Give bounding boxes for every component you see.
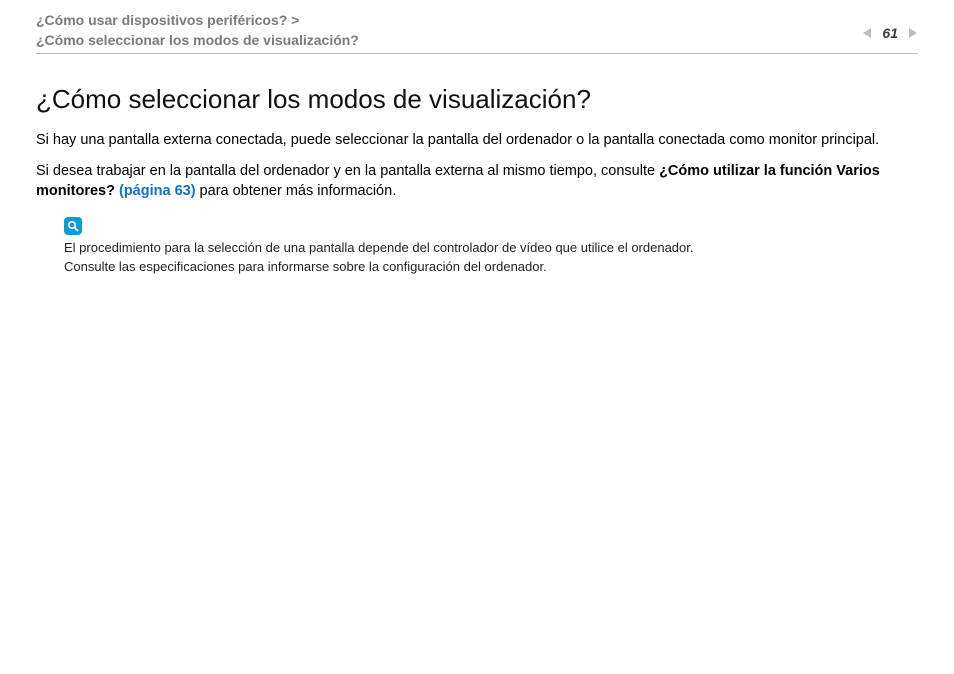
next-page-button[interactable]: [906, 27, 918, 39]
page-link-63[interactable]: (página 63): [119, 183, 196, 199]
prev-page-button[interactable]: [862, 27, 874, 39]
breadcrumb-sep: >: [287, 12, 299, 28]
page-title: ¿Cómo seleccionar los modos de visualiza…: [36, 82, 918, 117]
paragraph-2-tail: para obtener más información.: [196, 183, 397, 199]
note-line-1: El procedimiento para la selección de un…: [64, 240, 694, 255]
breadcrumb: ¿Cómo usar dispositivos periféricos? > ¿…: [36, 10, 359, 51]
document-page: ¿Cómo usar dispositivos periféricos? > ¿…: [0, 0, 954, 674]
next-arrow-icon: [906, 27, 918, 39]
back-arrow-icon: [862, 27, 874, 39]
magnifier-icon: [64, 217, 82, 235]
pager: 61: [862, 10, 918, 43]
breadcrumb-current[interactable]: ¿Cómo seleccionar los modos de visualiza…: [36, 32, 359, 48]
paragraph-2: Si desea trabajar en la pantalla del ord…: [36, 162, 918, 201]
page-number: 61: [882, 24, 898, 43]
paragraph-1: Si hay una pantalla externa conectada, p…: [36, 131, 918, 151]
paragraph-2-lead: Si desea trabajar en la pantalla del ord…: [36, 163, 659, 179]
breadcrumb-parent[interactable]: ¿Cómo usar dispositivos periféricos?: [36, 12, 287, 28]
page-header: ¿Cómo usar dispositivos periféricos? > ¿…: [36, 10, 918, 54]
note-text: El procedimiento para la selección de un…: [64, 239, 918, 277]
note-block: El procedimiento para la selección de un…: [36, 217, 918, 277]
note-line-2: Consulte las especificaciones para infor…: [64, 259, 547, 274]
